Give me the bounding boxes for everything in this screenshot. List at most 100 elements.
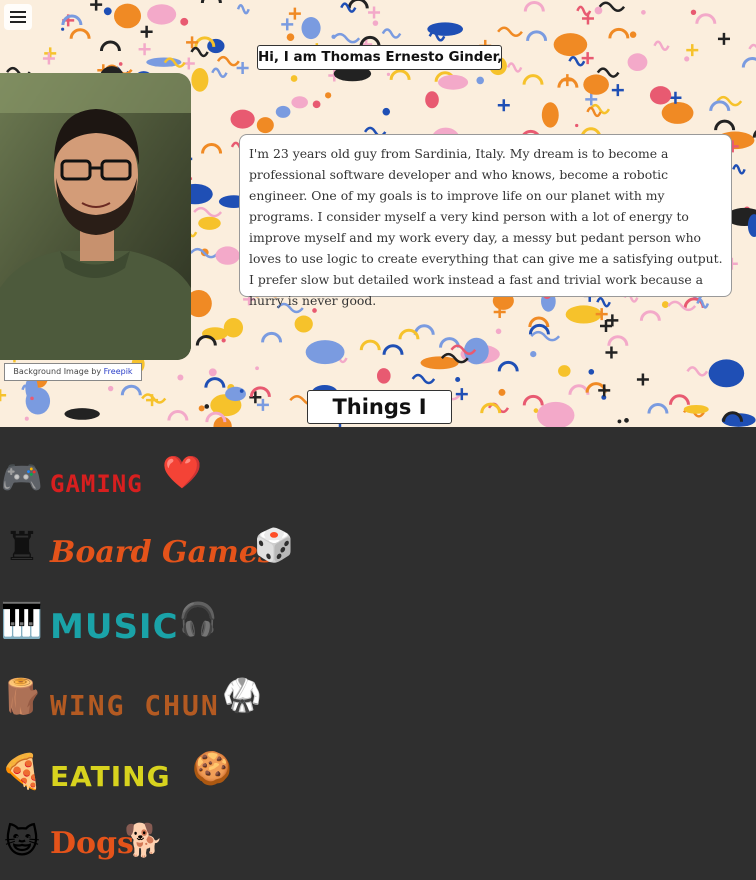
pattern-doodle [463,337,489,365]
pattern-doodle [198,405,205,412]
pattern-doodle [230,109,255,129]
like-label-wing-chun: WING CHUN [50,689,220,722]
fighter-icon: 🥋 [222,676,262,714]
pattern-doodle [498,388,506,396]
pattern-doodle [255,366,259,371]
pattern-doodle [684,56,690,62]
pattern-doodle [190,46,209,58]
pattern-doodle [606,314,619,327]
pattern-doodle [340,2,357,13]
like-label-gaming: GAMING [50,470,143,498]
pattern-doodle [506,62,523,73]
pattern-doodle [686,44,699,57]
pattern-doodle [120,384,142,396]
pattern-doodle [568,384,590,395]
pattern-doodle [24,416,29,421]
like-label-eating: EATING [50,760,171,793]
pattern-doodle [523,0,545,12]
pattern-doodle [372,20,379,26]
pattern-doodle [647,403,669,414]
pattern-doodle [530,330,561,342]
pattern-doodle [497,360,519,372]
pattern-doodle [204,377,226,388]
pattern-doodle [683,404,709,414]
wooden-dummy-icon: 🪵 [0,677,44,717]
pattern-doodle [629,31,637,38]
pattern-doodle [294,315,313,333]
pattern-doodle [714,119,736,131]
pattern-doodle [695,13,717,24]
like-label-board-games: Board Games [50,535,275,570]
cat-icon: 😺 [4,822,40,862]
pattern-doodle [30,396,34,401]
pattern-doodle [476,76,484,85]
cookie-icon: 🍪 [192,749,232,787]
pattern-doodle [69,28,91,39]
pattern-doodle [140,25,153,38]
pattern-doodle [223,317,244,338]
pattern-doodle [617,419,622,424]
pattern-doodle [639,310,661,321]
pattern-doodle [211,67,228,78]
pattern-doodle [64,408,100,420]
pattern-doodle [261,331,283,343]
pattern-doodle [624,418,629,423]
pattern-doodle [290,75,298,82]
pattern-doodle [588,368,595,375]
pattern-doodle [191,68,209,92]
pattern-doodle [661,301,669,309]
pattern-doodle [607,335,629,346]
pattern-doodle [497,99,510,112]
pattern-doodle [641,10,646,15]
pattern-doodle [201,142,223,154]
pattern-doodle [312,100,321,109]
pattern-doodle [305,340,345,365]
pattern-doodle [583,74,609,95]
pattern-doodle [256,117,274,134]
pattern-doodle [598,1,626,13]
pattern-doodle [732,164,746,175]
things-i-like-title: Things I like: [307,390,452,424]
pattern-doodle [667,300,697,312]
pattern-doodle [553,33,588,57]
credit-text: Background Image by [13,367,104,376]
pattern-doodle [236,3,250,15]
pattern-doodle [438,74,469,90]
likes-list: 🎮 GAMING ❤️ ♜ Board Games 🎲 🎹 MUSIC 🎧 🪵 … [0,427,756,862]
pattern-doodle [605,346,618,359]
pattern-doodle [420,356,459,370]
dice-icon: 🎲 [254,526,294,564]
pattern-doodle [455,376,461,383]
pattern-doodle [599,319,612,332]
pattern-doodle [526,30,548,42]
pattern-doodle [331,34,336,39]
pattern-doodle [598,384,611,397]
pattern-doodle [649,86,672,105]
pattern-doodle [180,17,189,26]
pattern-doodle [193,206,223,218]
pattern-doodle [90,0,103,11]
pattern-doodle [497,26,523,37]
like-label-music: MUSIC [50,607,179,647]
pattern-doodle [376,368,391,384]
pattern-doodle [480,402,502,414]
pattern-doodle [195,334,217,346]
pattern-doodle [690,9,697,16]
pattern-doodle [325,92,332,99]
menu-button[interactable] [4,4,32,30]
pattern-doodle [147,4,177,25]
pattern-doodle [288,7,301,20]
pattern-doodle [522,394,544,406]
pattern-doodle [748,43,756,50]
pattern-doodle [530,350,537,358]
greeting-title: Hi, I am Thomas Ernesto Ginder, [257,45,502,70]
pattern-doodle [411,373,436,385]
pattern-doodle [301,16,321,40]
pattern-doodle [686,366,709,377]
pattern-doodle [221,338,226,343]
gamepad-icon: 🎮 [0,458,44,498]
freepik-link[interactable]: Freepik [104,367,133,376]
pattern-doodle [425,91,439,109]
pattern-doodle [256,398,269,411]
hamburger-icon [10,11,26,13]
